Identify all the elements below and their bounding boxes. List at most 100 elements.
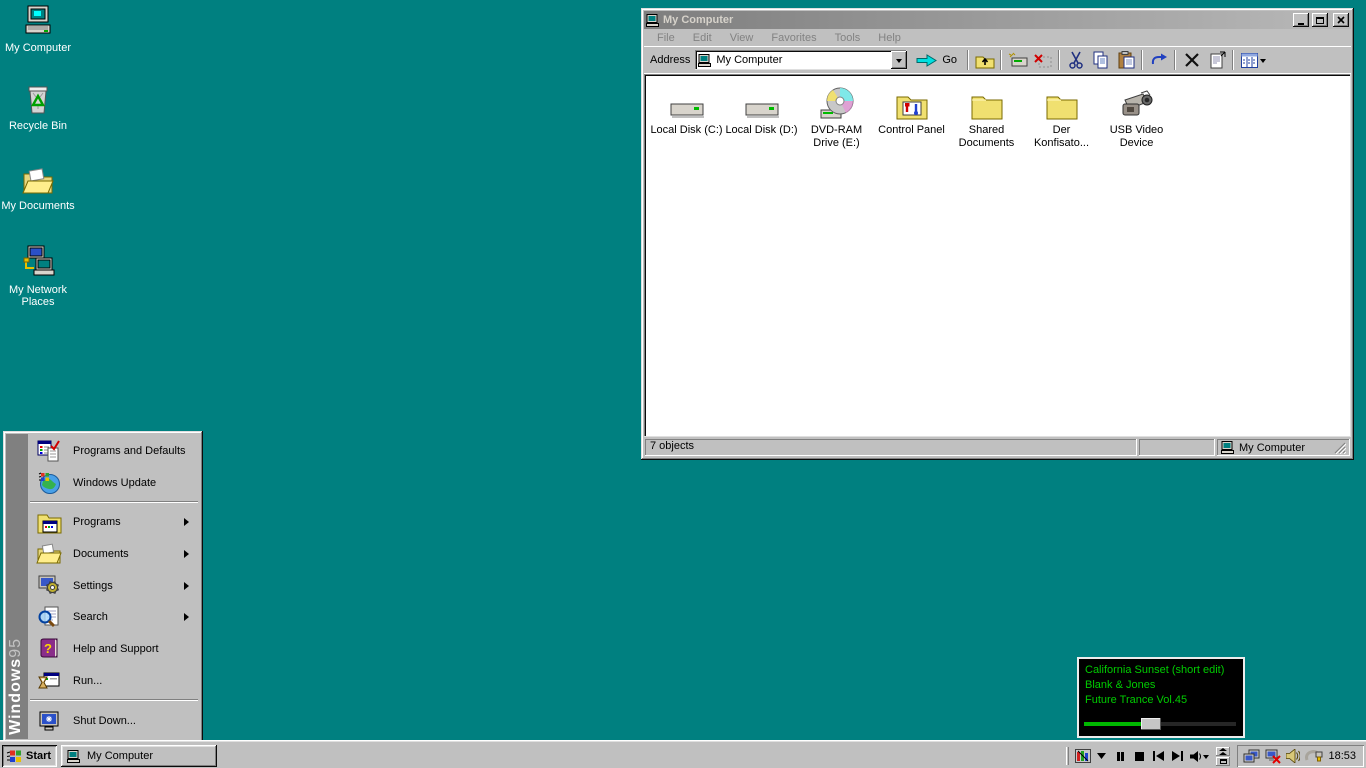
address-toolbar: Address My Computer Go (644, 47, 1351, 74)
start-item-label: Help and Support (73, 643, 159, 655)
taskbar-clock[interactable]: 18:53 (1328, 750, 1356, 762)
desktop-icon-label: Recycle Bin (9, 120, 67, 132)
window-titlebar[interactable]: My Computer (644, 11, 1351, 29)
control-panel-icon (895, 86, 929, 120)
desktop-icon-my-network-places[interactable]: My Network Places (0, 244, 76, 308)
chevron-right-icon (184, 518, 193, 526)
start-button[interactable]: Start (2, 745, 57, 767)
go-button[interactable]: Go (909, 49, 964, 71)
hard-drive-icon (670, 86, 704, 120)
status-computer-icon (1221, 441, 1235, 454)
my-network-places-icon (20, 244, 56, 280)
disconnect-network-drive-button[interactable] (1030, 49, 1055, 71)
pause-button[interactable] (1111, 746, 1130, 766)
previous-button[interactable] (1149, 746, 1168, 766)
programs-icon (36, 511, 62, 534)
next-button[interactable] (1168, 746, 1187, 766)
file-item-dvd-ram-drive[interactable]: DVD-RAM Drive (E:) (799, 86, 874, 150)
window-title: My Computer (663, 14, 1290, 26)
speaker-icon[interactable] (1286, 749, 1300, 763)
file-item-label: Der Konfisato... (1024, 124, 1099, 150)
resize-grip[interactable] (1334, 442, 1346, 454)
start-menu-banner: Windows95 (6, 434, 28, 739)
combo-computer-icon (698, 54, 712, 67)
volume-button[interactable] (1187, 746, 1212, 766)
menu-file[interactable]: File (648, 30, 684, 46)
start-item-search[interactable]: Search (28, 601, 200, 633)
desktop-icon-my-documents[interactable]: My Documents (0, 164, 76, 212)
media-track-artist: Blank & Jones (1085, 678, 1237, 693)
address-label: Address (650, 54, 690, 66)
minimize-button[interactable] (1293, 13, 1309, 27)
media-seek-bar[interactable] (1084, 719, 1238, 729)
views-button[interactable] (1237, 49, 1269, 71)
undo-button[interactable] (1146, 49, 1171, 71)
toolbar-separator (1000, 50, 1002, 70)
network-icon[interactable] (1243, 749, 1260, 764)
up-button[interactable] (972, 49, 997, 71)
taskbar-task-my-computer[interactable]: My Computer (61, 745, 217, 767)
window-menubar: File Edit View Favorites Tools Help (644, 29, 1351, 47)
start-item-label: Windows Update (73, 477, 156, 489)
paste-button[interactable] (1113, 49, 1138, 71)
stop-button[interactable] (1130, 746, 1149, 766)
desktop-icon-recycle-bin[interactable]: Recycle Bin (0, 82, 76, 132)
map-network-drive-button[interactable] (1005, 49, 1030, 71)
start-item-windows-update[interactable]: Windows Update (28, 467, 200, 499)
maximize-button[interactable] (1312, 13, 1328, 27)
address-dropdown-button[interactable] (891, 51, 907, 69)
media-track-title: California Sunset (short edit) (1085, 663, 1237, 678)
views-caret-icon (1260, 59, 1266, 66)
winamp-icon[interactable] (1073, 746, 1092, 766)
file-item-control-panel[interactable]: Control Panel (874, 86, 949, 137)
unplug-icon[interactable] (1305, 749, 1323, 763)
file-item-local-disk-d[interactable]: Local Disk (D:) (724, 86, 799, 137)
close-button[interactable] (1333, 13, 1349, 27)
search-icon (36, 605, 62, 629)
offline-icon[interactable] (1265, 749, 1281, 764)
desktop-icon-my-computer[interactable]: My Computer (0, 4, 76, 54)
start-item-programs-and-defaults[interactable]: Programs and Defaults (28, 435, 200, 467)
toolbar-separator (1174, 50, 1176, 70)
toolbar-separator (967, 50, 969, 70)
cd-drive-icon (820, 86, 854, 120)
cut-button[interactable] (1063, 49, 1088, 71)
chevron-up-icon[interactable] (1216, 747, 1230, 756)
toolbar-separator (1058, 50, 1060, 70)
file-item-usb-video-device[interactable]: USB Video Device (1099, 86, 1174, 150)
start-item-settings[interactable]: Settings (28, 570, 200, 602)
media-seek-thumb[interactable] (1141, 718, 1161, 730)
file-item-der-konfisato[interactable]: Der Konfisato... (1024, 86, 1099, 150)
start-item-label: Documents (73, 548, 129, 560)
properties-button[interactable] (1204, 49, 1229, 71)
toolbar-grip[interactable] (1066, 747, 1069, 765)
start-item-label: Settings (73, 580, 113, 592)
start-menu-separator (30, 699, 198, 701)
copy-button[interactable] (1088, 49, 1113, 71)
file-item-local-disk-c[interactable]: Local Disk (C:) (649, 86, 724, 137)
delete-button[interactable] (1179, 49, 1204, 71)
media-menu-button[interactable] (1092, 746, 1111, 766)
restore-window-icon[interactable] (1216, 757, 1230, 766)
system-tray: 18:53 (1237, 745, 1364, 767)
video-camera-icon (1119, 86, 1155, 120)
menu-favorites[interactable]: Favorites (762, 30, 825, 46)
start-item-label: Programs and Defaults (73, 445, 186, 457)
volume-caret-icon (1203, 755, 1209, 762)
start-item-run[interactable]: Run... (28, 665, 200, 697)
menu-tools[interactable]: Tools (826, 30, 870, 46)
menu-view[interactable]: View (721, 30, 763, 46)
start-item-shut-down[interactable]: Shut Down... (28, 704, 200, 738)
menu-edit[interactable]: Edit (684, 30, 721, 46)
file-item-shared-documents[interactable]: Shared Documents (949, 86, 1024, 150)
folder-icon (1045, 86, 1079, 120)
address-combobox[interactable]: My Computer (695, 50, 907, 70)
go-arrow-icon (916, 54, 937, 67)
start-item-documents[interactable]: Documents (28, 538, 200, 570)
start-item-programs[interactable]: Programs (28, 506, 200, 538)
menu-help[interactable]: Help (869, 30, 910, 46)
start-item-help-and-support[interactable]: ? Help and Support (28, 633, 200, 665)
status-zone-label: My Computer (1239, 442, 1305, 454)
file-item-label: Local Disk (C:) (650, 124, 722, 137)
my-documents-icon (20, 164, 56, 196)
